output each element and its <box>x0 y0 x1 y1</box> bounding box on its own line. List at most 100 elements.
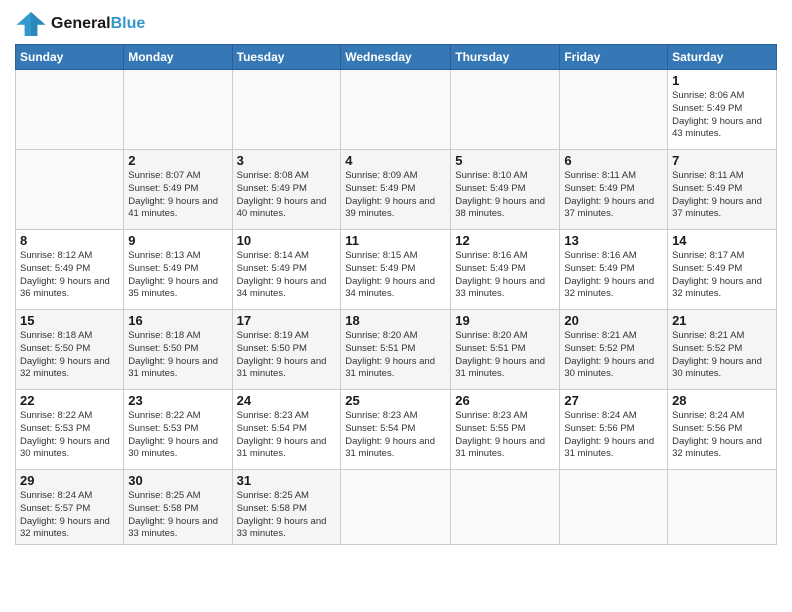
day-info: Sunrise: 8:18 AM Sunset: 5:50 PM Dayligh… <box>128 330 227 381</box>
calendar-cell: 16 Sunrise: 8:18 AM Sunset: 5:50 PM Dayl… <box>124 310 232 390</box>
logo-text: GeneralBlue <box>51 15 145 33</box>
calendar-cell: 12 Sunrise: 8:16 AM Sunset: 5:49 PM Dayl… <box>451 230 560 310</box>
day-number: 16 <box>128 313 227 328</box>
day-info: Sunrise: 8:08 AM Sunset: 5:49 PM Dayligh… <box>237 170 337 221</box>
day-info: Sunrise: 8:22 AM Sunset: 5:53 PM Dayligh… <box>128 410 227 461</box>
day-info: Sunrise: 8:25 AM Sunset: 5:58 PM Dayligh… <box>237 490 337 541</box>
calendar-cell: 4 Sunrise: 8:09 AM Sunset: 5:49 PM Dayli… <box>341 150 451 230</box>
weekday-header-tuesday: Tuesday <box>232 45 341 70</box>
day-number: 3 <box>237 153 337 168</box>
day-number: 25 <box>345 393 446 408</box>
day-number: 4 <box>345 153 446 168</box>
calendar-cell: 1 Sunrise: 8:06 AM Sunset: 5:49 PM Dayli… <box>668 70 777 150</box>
calendar-cell: 6 Sunrise: 8:11 AM Sunset: 5:49 PM Dayli… <box>560 150 668 230</box>
calendar-cell: 15 Sunrise: 8:18 AM Sunset: 5:50 PM Dayl… <box>16 310 124 390</box>
day-info: Sunrise: 8:06 AM Sunset: 5:49 PM Dayligh… <box>672 90 772 141</box>
day-info: Sunrise: 8:24 AM Sunset: 5:56 PM Dayligh… <box>672 410 772 461</box>
calendar-cell <box>16 70 124 150</box>
day-number: 15 <box>20 313 119 328</box>
day-number: 8 <box>20 233 119 248</box>
calendar-cell: 19 Sunrise: 8:20 AM Sunset: 5:51 PM Dayl… <box>451 310 560 390</box>
day-info: Sunrise: 8:11 AM Sunset: 5:49 PM Dayligh… <box>564 170 663 221</box>
day-number: 21 <box>672 313 772 328</box>
weekday-header-friday: Friday <box>560 45 668 70</box>
calendar-cell: 8 Sunrise: 8:12 AM Sunset: 5:49 PM Dayli… <box>16 230 124 310</box>
calendar-cell: 27 Sunrise: 8:24 AM Sunset: 5:56 PM Dayl… <box>560 390 668 470</box>
calendar-cell: 9 Sunrise: 8:13 AM Sunset: 5:49 PM Dayli… <box>124 230 232 310</box>
day-number: 12 <box>455 233 555 248</box>
weekday-header-monday: Monday <box>124 45 232 70</box>
day-info: Sunrise: 8:17 AM Sunset: 5:49 PM Dayligh… <box>672 250 772 301</box>
calendar-cell: 22 Sunrise: 8:22 AM Sunset: 5:53 PM Dayl… <box>16 390 124 470</box>
day-info: Sunrise: 8:21 AM Sunset: 5:52 PM Dayligh… <box>564 330 663 381</box>
calendar-cell: 2 Sunrise: 8:07 AM Sunset: 5:49 PM Dayli… <box>124 150 232 230</box>
calendar-cell <box>560 70 668 150</box>
calendar-cell: 23 Sunrise: 8:22 AM Sunset: 5:53 PM Dayl… <box>124 390 232 470</box>
calendar-cell: 14 Sunrise: 8:17 AM Sunset: 5:49 PM Dayl… <box>668 230 777 310</box>
calendar-cell: 17 Sunrise: 8:19 AM Sunset: 5:50 PM Dayl… <box>232 310 341 390</box>
calendar-cell <box>560 470 668 545</box>
day-number: 5 <box>455 153 555 168</box>
calendar-cell <box>232 70 341 150</box>
day-info: Sunrise: 8:22 AM Sunset: 5:53 PM Dayligh… <box>20 410 119 461</box>
calendar-cell: 30 Sunrise: 8:25 AM Sunset: 5:58 PM Dayl… <box>124 470 232 545</box>
logo-icon <box>15 10 47 38</box>
day-info: Sunrise: 8:10 AM Sunset: 5:49 PM Dayligh… <box>455 170 555 221</box>
day-number: 31 <box>237 473 337 488</box>
logo: GeneralBlue <box>15 10 145 38</box>
calendar-cell <box>16 150 124 230</box>
day-info: Sunrise: 8:20 AM Sunset: 5:51 PM Dayligh… <box>345 330 446 381</box>
calendar-cell <box>451 470 560 545</box>
day-number: 9 <box>128 233 227 248</box>
weekday-header-sunday: Sunday <box>16 45 124 70</box>
day-info: Sunrise: 8:24 AM Sunset: 5:56 PM Dayligh… <box>564 410 663 461</box>
calendar-cell: 18 Sunrise: 8:20 AM Sunset: 5:51 PM Dayl… <box>341 310 451 390</box>
day-number: 29 <box>20 473 119 488</box>
day-info: Sunrise: 8:12 AM Sunset: 5:49 PM Dayligh… <box>20 250 119 301</box>
calendar-cell: 21 Sunrise: 8:21 AM Sunset: 5:52 PM Dayl… <box>668 310 777 390</box>
week-row-5: 29 Sunrise: 8:24 AM Sunset: 5:57 PM Dayl… <box>16 470 777 545</box>
header-row: SundayMondayTuesdayWednesdayThursdayFrid… <box>16 45 777 70</box>
calendar-cell <box>341 470 451 545</box>
calendar-cell <box>668 470 777 545</box>
page: GeneralBlue SundayMondayTuesdayWednesday… <box>0 0 792 612</box>
day-info: Sunrise: 8:20 AM Sunset: 5:51 PM Dayligh… <box>455 330 555 381</box>
day-info: Sunrise: 8:18 AM Sunset: 5:50 PM Dayligh… <box>20 330 119 381</box>
calendar-cell: 10 Sunrise: 8:14 AM Sunset: 5:49 PM Dayl… <box>232 230 341 310</box>
day-info: Sunrise: 8:25 AM Sunset: 5:58 PM Dayligh… <box>128 490 227 541</box>
calendar-cell: 13 Sunrise: 8:16 AM Sunset: 5:49 PM Dayl… <box>560 230 668 310</box>
day-info: Sunrise: 8:21 AM Sunset: 5:52 PM Dayligh… <box>672 330 772 381</box>
calendar-cell: 24 Sunrise: 8:23 AM Sunset: 5:54 PM Dayl… <box>232 390 341 470</box>
day-info: Sunrise: 8:16 AM Sunset: 5:49 PM Dayligh… <box>564 250 663 301</box>
day-number: 11 <box>345 233 446 248</box>
day-info: Sunrise: 8:23 AM Sunset: 5:54 PM Dayligh… <box>237 410 337 461</box>
day-number: 27 <box>564 393 663 408</box>
calendar-cell: 3 Sunrise: 8:08 AM Sunset: 5:49 PM Dayli… <box>232 150 341 230</box>
day-number: 2 <box>128 153 227 168</box>
day-number: 7 <box>672 153 772 168</box>
weekday-header-wednesday: Wednesday <box>341 45 451 70</box>
day-number: 13 <box>564 233 663 248</box>
calendar-cell: 28 Sunrise: 8:24 AM Sunset: 5:56 PM Dayl… <box>668 390 777 470</box>
day-info: Sunrise: 8:11 AM Sunset: 5:49 PM Dayligh… <box>672 170 772 221</box>
week-row-4: 22 Sunrise: 8:22 AM Sunset: 5:53 PM Dayl… <box>16 390 777 470</box>
day-info: Sunrise: 8:23 AM Sunset: 5:55 PM Dayligh… <box>455 410 555 461</box>
calendar-cell: 26 Sunrise: 8:23 AM Sunset: 5:55 PM Dayl… <box>451 390 560 470</box>
weekday-header-thursday: Thursday <box>451 45 560 70</box>
day-number: 1 <box>672 73 772 88</box>
header: GeneralBlue <box>15 10 777 38</box>
day-info: Sunrise: 8:07 AM Sunset: 5:49 PM Dayligh… <box>128 170 227 221</box>
calendar-cell: 11 Sunrise: 8:15 AM Sunset: 5:49 PM Dayl… <box>341 230 451 310</box>
week-row-2: 8 Sunrise: 8:12 AM Sunset: 5:49 PM Dayli… <box>16 230 777 310</box>
day-number: 23 <box>128 393 227 408</box>
day-info: Sunrise: 8:24 AM Sunset: 5:57 PM Dayligh… <box>20 490 119 541</box>
day-info: Sunrise: 8:09 AM Sunset: 5:49 PM Dayligh… <box>345 170 446 221</box>
day-info: Sunrise: 8:13 AM Sunset: 5:49 PM Dayligh… <box>128 250 227 301</box>
day-number: 24 <box>237 393 337 408</box>
calendar-cell <box>451 70 560 150</box>
day-number: 22 <box>20 393 119 408</box>
day-info: Sunrise: 8:19 AM Sunset: 5:50 PM Dayligh… <box>237 330 337 381</box>
day-number: 28 <box>672 393 772 408</box>
day-info: Sunrise: 8:14 AM Sunset: 5:49 PM Dayligh… <box>237 250 337 301</box>
day-number: 30 <box>128 473 227 488</box>
